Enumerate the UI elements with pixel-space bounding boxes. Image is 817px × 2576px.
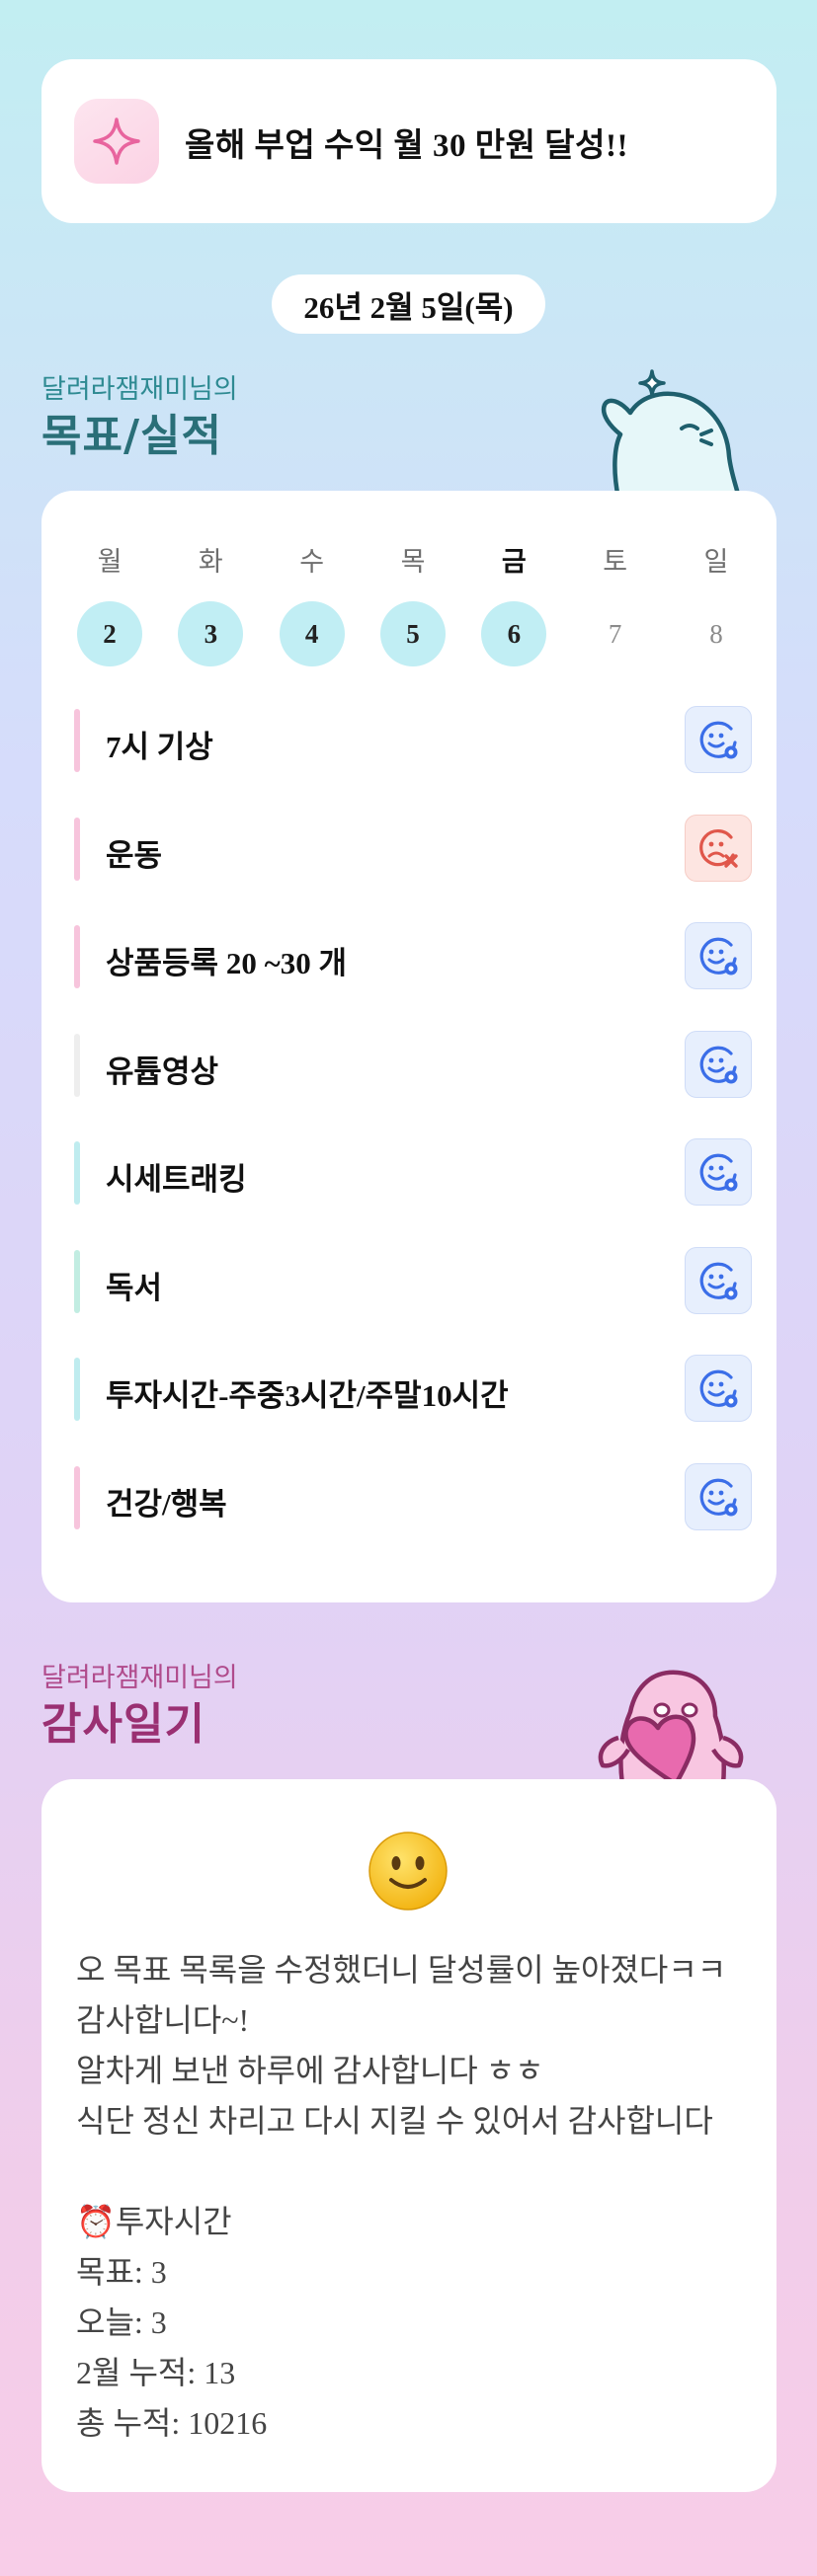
sparkle-icon [74, 99, 159, 184]
goal-done-face-icon[interactable] [685, 1462, 752, 1530]
diary-line: 총 누적: 10216 [76, 2405, 268, 2441]
goal-label: 건강/행복 [106, 1486, 227, 1522]
goal-color-bar [74, 925, 80, 988]
diary-line: 알차게 보낸 하루에 감사합니다 ㅎㅎ [76, 2053, 544, 2088]
goal-color-bar [74, 1033, 80, 1097]
day-name: 토 [603, 547, 628, 578]
gratitude-diary-card: 오 목표 목록을 수정했더니 달성률이 높아졌다ㅋㅋ 감사합니다~! 알차게 보낸 … [41, 1779, 776, 2492]
goal-color-bar [74, 1141, 80, 1205]
goal-banner[interactable]: 올해 부업 수익 월 30 만원 달성!! [41, 59, 776, 223]
day-name: 수 [299, 547, 325, 578]
day-number[interactable]: 5 [379, 601, 446, 666]
week-strip: 월2화3수4목5금6토7일8 [75, 540, 751, 666]
day-number[interactable]: 2 [77, 601, 142, 666]
goal-done-face-icon[interactable] [685, 922, 752, 989]
goal-row[interactable]: 유튭영상 [74, 1030, 752, 1100]
day-name: 월 [97, 547, 123, 578]
goal-row[interactable]: 독서 [74, 1246, 752, 1316]
day-name: 금 [501, 547, 527, 578]
diary-line [76, 2147, 758, 2197]
diary-line: 목표: 3 [76, 2254, 167, 2290]
goal-label: 7시 기상 [106, 730, 213, 764]
diary-line: 오 목표 목록을 수정했더니 달성률이 높아졌다ㅋㅋ [76, 1952, 727, 1988]
goal-row[interactable]: 시세트래킹 [74, 1138, 752, 1208]
goal-row[interactable]: 투자시간-주중3시간/주말10시간 [74, 1355, 752, 1424]
goal-color-bar [74, 709, 80, 772]
day-number[interactable]: 7 [583, 601, 648, 666]
day-column[interactable]: 목5 [378, 540, 448, 666]
goal-color-bar [74, 1358, 80, 1421]
goal-label: 독서 [106, 1270, 163, 1305]
goal-color-bar [74, 1249, 80, 1313]
goals-section-title: 목표/실적 [41, 411, 222, 461]
goal-label: 유튭영상 [106, 1054, 219, 1089]
day-number[interactable]: 4 [279, 601, 345, 666]
day-column[interactable]: 일8 [682, 540, 751, 666]
goals-card: 월2화3수4목5금6토7일8 7시 기상 운동 상품등록 20 ~30 개 유튭… [41, 491, 776, 1602]
goal-row[interactable]: 상품등록 20 ~30 개 [74, 922, 752, 991]
goal-banner-text: 올해 부업 수익 월 30 만원 달성!! [185, 128, 628, 164]
day-number[interactable]: 8 [684, 601, 749, 666]
day-column[interactable]: 토7 [581, 540, 650, 666]
day-name: 일 [703, 547, 729, 578]
diary-line: 감사합니다~! [76, 2002, 250, 2038]
goal-label: 시세트래킹 [106, 1162, 247, 1197]
goal-done-face-icon[interactable] [685, 1030, 752, 1098]
date-pill[interactable]: 26년 2월 5일(목) [272, 274, 545, 334]
slightly-smiling-face-icon [368, 1832, 448, 1911]
day-column[interactable]: 월2 [75, 540, 144, 666]
diary-section-title: 감사일기 [41, 1699, 205, 1750]
goal-color-bar [74, 817, 80, 881]
day-number[interactable]: 6 [481, 601, 547, 666]
day-column[interactable]: 화3 [176, 540, 245, 666]
day-column[interactable]: 금6 [479, 540, 548, 666]
day-name: 화 [198, 547, 223, 578]
ghost-mascot-icon [601, 369, 742, 499]
diary-line: 2월 누적: 13 [76, 2355, 236, 2390]
goal-color-bar [74, 1465, 80, 1529]
diary-line: ⏰투자시간 [76, 2204, 232, 2239]
heart-mascot-icon [598, 1670, 744, 1784]
goal-label: 상품등록 20 ~30 개 [106, 946, 347, 980]
goal-done-face-icon[interactable] [685, 1355, 752, 1422]
goal-done-face-icon[interactable] [685, 706, 752, 773]
day-name: 목 [400, 547, 426, 578]
goal-done-face-icon[interactable] [685, 1246, 752, 1314]
goal-row[interactable]: 건강/행복 [74, 1462, 752, 1532]
goal-row[interactable]: 운동 [74, 814, 752, 884]
goal-label: 운동 [106, 837, 163, 873]
goal-failed-face-icon[interactable] [685, 814, 752, 882]
goal-label: 투자시간-주중3시간/주말10시간 [106, 1378, 509, 1413]
day-column[interactable]: 수4 [278, 540, 347, 666]
diary-body: 오 목표 목록을 수정했더니 달성률이 높아졌다ㅋㅋ 감사합니다~! 알차게 보낸 … [76, 1945, 758, 2449]
diary-line: 오늘: 3 [76, 2304, 167, 2340]
goal-done-face-icon[interactable] [685, 1138, 752, 1206]
goal-row[interactable]: 7시 기상 [74, 706, 752, 775]
diary-line: 식단 정신 차리고 다시 지킬 수 있어서 감사합니다 [76, 2103, 713, 2139]
day-number[interactable]: 3 [178, 601, 244, 666]
